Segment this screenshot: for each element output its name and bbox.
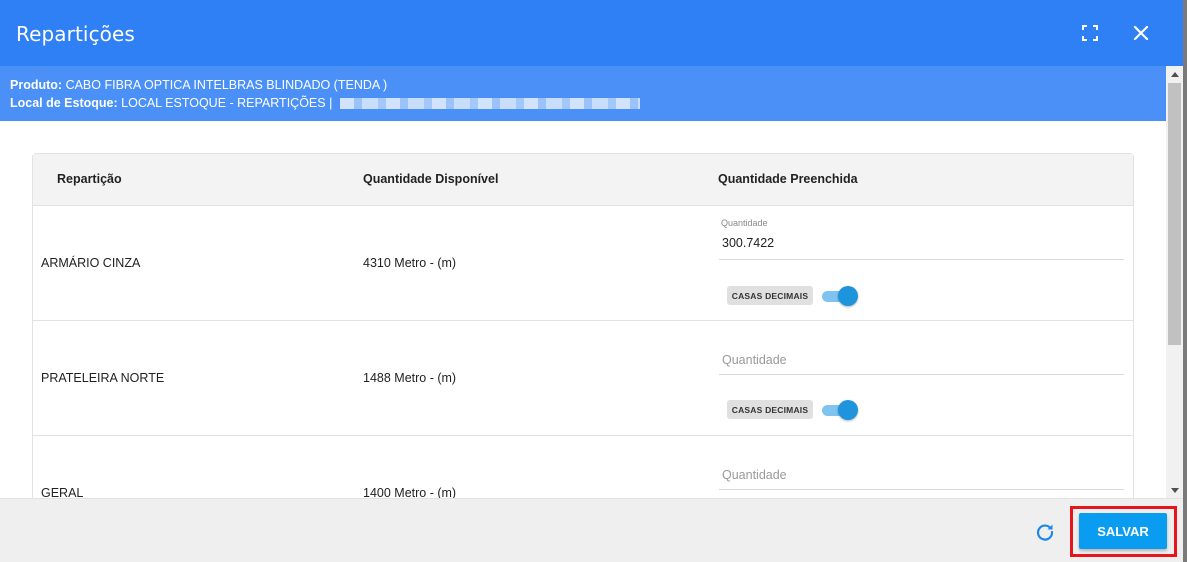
- scroll-up-button[interactable]: [1166, 66, 1183, 82]
- header-partition: Repartição: [57, 172, 122, 186]
- quantity-input[interactable]: Quantidade 300.7422: [719, 216, 1124, 260]
- available-quantity: 4310 Metro - (m): [363, 256, 457, 270]
- vertical-scrollbar[interactable]: [1166, 66, 1183, 498]
- close-button[interactable]: [1128, 20, 1154, 46]
- table-row: PRATELEIRA NORTE 1488 Metro - (m) Quanti…: [33, 321, 1133, 436]
- scroll-up-icon: [1170, 71, 1179, 77]
- table-row: GERAL 1400 Metro - (m) Quantidade: [33, 436, 1133, 498]
- toggle-knob: [838, 286, 858, 306]
- dialog-footer: SALVAR: [0, 498, 1183, 562]
- header-available: Quantidade Disponível: [363, 172, 499, 186]
- partition-name: PRATELEIRA NORTE: [41, 371, 165, 385]
- product-info-bar: Produto: CABO FIBRA OPTICA INTELBRAS BLI…: [0, 66, 1166, 121]
- quantity-input[interactable]: Quantidade: [719, 456, 1124, 490]
- scroll-thumb[interactable]: [1168, 83, 1181, 345]
- toggle-knob: [838, 400, 858, 420]
- product-line: Produto: CABO FIBRA OPTICA INTELBRAS BLI…: [10, 76, 1156, 94]
- decimal-places-chip: CASAS DECIMAIS: [727, 400, 813, 419]
- close-icon: [1133, 25, 1149, 41]
- location-label: Local de Estoque:: [10, 96, 118, 110]
- dialog-header: Repartições: [0, 0, 1187, 66]
- refresh-button[interactable]: [1034, 521, 1056, 543]
- quantity-field-label: Quantidade: [721, 218, 768, 228]
- repartitions-dialog: Repartições Produto: CABO FIBRA OPTICA I…: [0, 0, 1187, 562]
- fullscreen-button[interactable]: [1077, 20, 1103, 46]
- partition-name: GERAL: [41, 486, 84, 498]
- decimal-places-toggle[interactable]: [822, 400, 858, 420]
- table-header: Repartição Quantidade Disponível Quantid…: [33, 154, 1133, 206]
- table-row: ARMÁRIO CINZA 4310 Metro - (m) Quantidad…: [33, 206, 1133, 321]
- partition-name: ARMÁRIO CINZA: [41, 256, 141, 270]
- refresh-icon: [1036, 524, 1054, 541]
- location-value: LOCAL ESTOQUE - REPARTIÇÕES |: [121, 96, 333, 110]
- header-filled: Quantidade Preenchida: [718, 172, 858, 186]
- scroll-down-button[interactable]: [1166, 482, 1183, 498]
- quantity-input[interactable]: Quantidade: [719, 341, 1124, 375]
- decimal-places-chip: CASAS DECIMAIS: [727, 286, 813, 305]
- product-label: Produto:: [10, 78, 63, 92]
- scroll-down-icon: [1170, 487, 1179, 493]
- available-quantity: 1488 Metro - (m): [363, 371, 457, 385]
- fullscreen-icon: [1082, 25, 1098, 41]
- available-quantity: 1400 Metro - (m): [363, 486, 457, 498]
- save-button[interactable]: SALVAR: [1079, 513, 1167, 549]
- decimal-places-toggle[interactable]: [822, 286, 858, 306]
- partitions-table: Repartição Quantidade Disponível Quantid…: [32, 153, 1134, 498]
- dialog-content: Repartição Quantidade Disponível Quantid…: [0, 121, 1166, 498]
- window-edge: [1183, 0, 1187, 562]
- quantity-value[interactable]: 300.7422: [722, 236, 774, 250]
- dialog-title: Repartições: [16, 22, 135, 46]
- quantity-placeholder: Quantidade: [722, 468, 787, 482]
- product-value: CABO FIBRA OPTICA INTELBRAS BLINDADO (TE…: [65, 78, 388, 92]
- location-line: Local de Estoque: LOCAL ESTOQUE - REPART…: [10, 94, 1156, 112]
- redacted-text: [339, 98, 640, 110]
- quantity-placeholder: Quantidade: [722, 353, 787, 367]
